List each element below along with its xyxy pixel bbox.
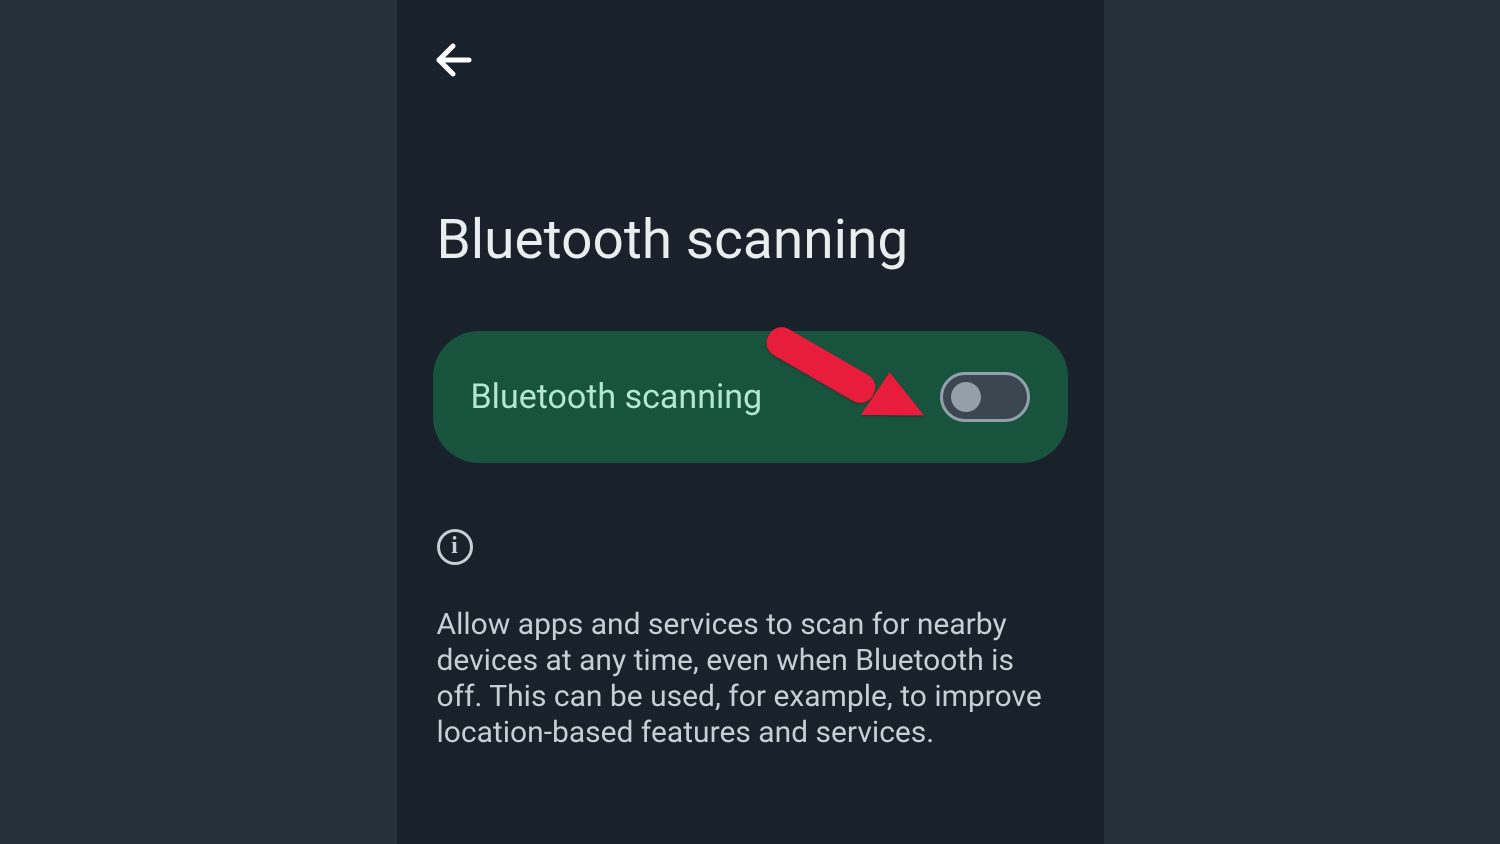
- info-description: Allow apps and services to scan for near…: [437, 607, 1064, 751]
- info-section: i Allow apps and services to scan for ne…: [437, 529, 1064, 751]
- page-title: Bluetooth scanning: [397, 0, 1104, 331]
- info-icon: i: [437, 529, 473, 565]
- arrow-left-icon: [433, 40, 473, 80]
- bluetooth-scanning-switch[interactable]: [940, 372, 1030, 422]
- toggle-label: Bluetooth scanning: [471, 377, 763, 417]
- bluetooth-scanning-toggle-card[interactable]: Bluetooth scanning: [433, 331, 1068, 463]
- settings-panel: Bluetooth scanning Bluetooth scanning i …: [397, 0, 1104, 844]
- back-button[interactable]: [433, 40, 473, 80]
